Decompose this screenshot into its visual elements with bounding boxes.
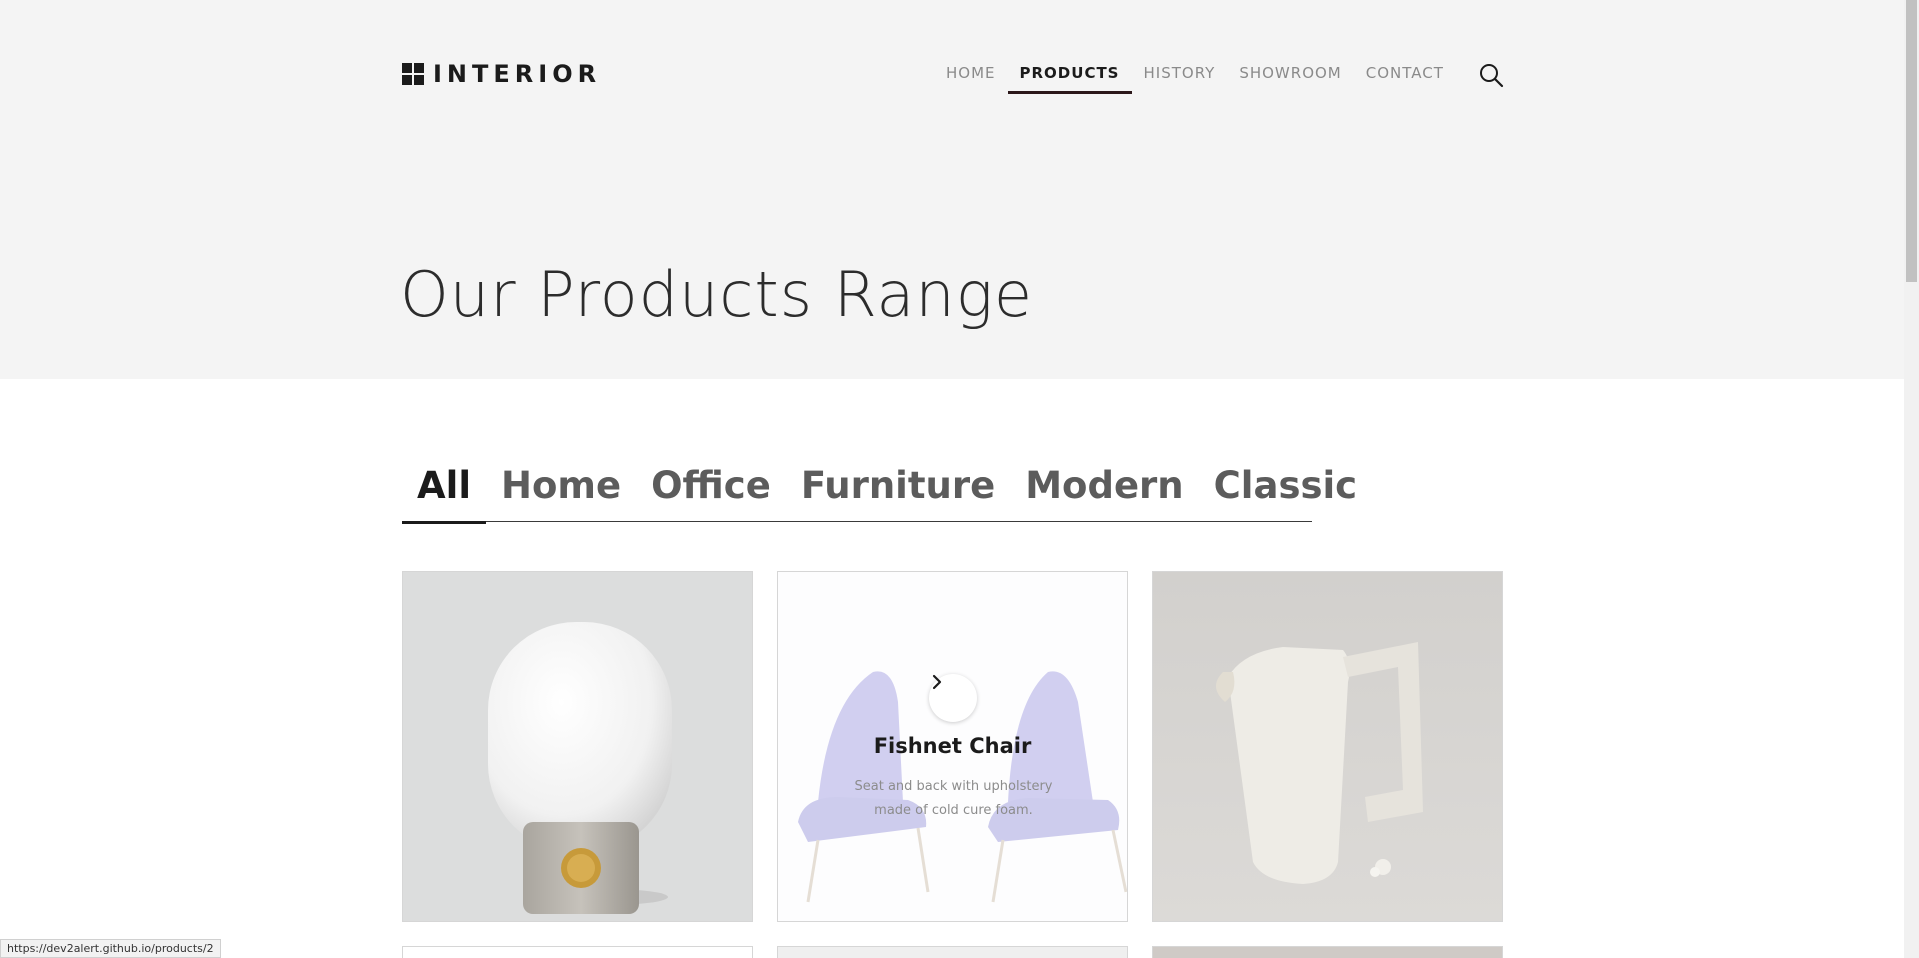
status-bar-link-preview: https://dev2alert.github.io/products/2 xyxy=(0,939,221,958)
tab-classic[interactable]: Classic xyxy=(1199,460,1372,522)
nav-home[interactable]: HOME xyxy=(934,62,1008,92)
product-card[interactable] xyxy=(402,571,753,922)
hero-section: INTERIOR HOME PRODUCTS HISTORY SHOWROOM … xyxy=(0,0,1904,379)
nav-products[interactable]: PRODUCTS xyxy=(1007,62,1132,94)
product-card[interactable] xyxy=(1152,946,1503,958)
products-page: INTERIOR HOME PRODUCTS HISTORY SHOWROOM … xyxy=(0,0,1919,958)
tab-office[interactable]: Office xyxy=(636,460,786,522)
category-filter-tabs: All Home Office Furniture Modern Classic xyxy=(402,460,1357,524)
nav-history[interactable]: HISTORY xyxy=(1132,62,1228,92)
product-card[interactable] xyxy=(1152,571,1503,922)
tab-home[interactable]: Home xyxy=(486,460,636,522)
product-title: Fishnet Chair xyxy=(873,734,1032,758)
main-nav: HOME PRODUCTS HISTORY SHOWROOM CONTACT xyxy=(934,62,1456,94)
tab-modern[interactable]: Modern xyxy=(1010,460,1198,522)
site-logo[interactable]: INTERIOR xyxy=(402,60,601,88)
logo-grid-icon xyxy=(402,63,424,85)
page-title: Our Products Range xyxy=(400,258,1034,331)
page-scrollbar[interactable] xyxy=(1904,0,1919,958)
scrollbar-thumb[interactable] xyxy=(1906,0,1917,282)
product-card[interactable] xyxy=(777,946,1128,958)
search-icon[interactable] xyxy=(1478,62,1504,88)
tab-all[interactable]: All xyxy=(402,460,487,524)
product-card-fishnet-chair[interactable]: Fishnet Chair Seat and back with upholst… xyxy=(777,571,1128,922)
product-description: Seat and back with upholstery made of co… xyxy=(854,779,1053,818)
logo-text: INTERIOR xyxy=(433,60,602,88)
ceramic-pitcher-image xyxy=(1153,572,1502,921)
product-card[interactable] xyxy=(402,946,753,958)
nav-showroom[interactable]: SHOWROOM xyxy=(1227,62,1353,92)
nav-contact[interactable]: CONTACT xyxy=(1354,62,1456,92)
table-lamp-image xyxy=(403,572,752,921)
chevron-right-icon[interactable] xyxy=(929,674,977,722)
tab-furniture[interactable]: Furniture xyxy=(786,460,1010,522)
